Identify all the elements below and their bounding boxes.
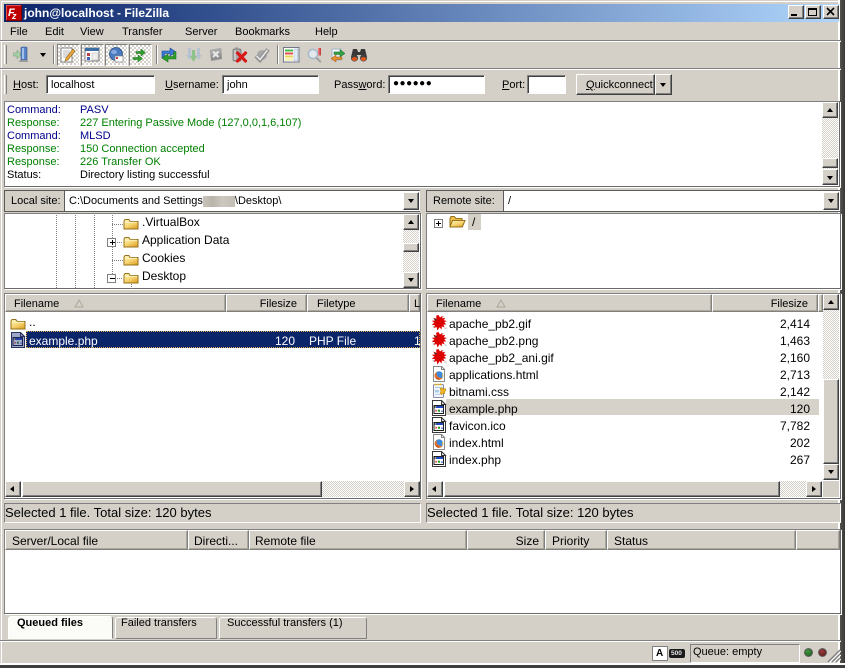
svg-text:z: z <box>11 11 17 21</box>
